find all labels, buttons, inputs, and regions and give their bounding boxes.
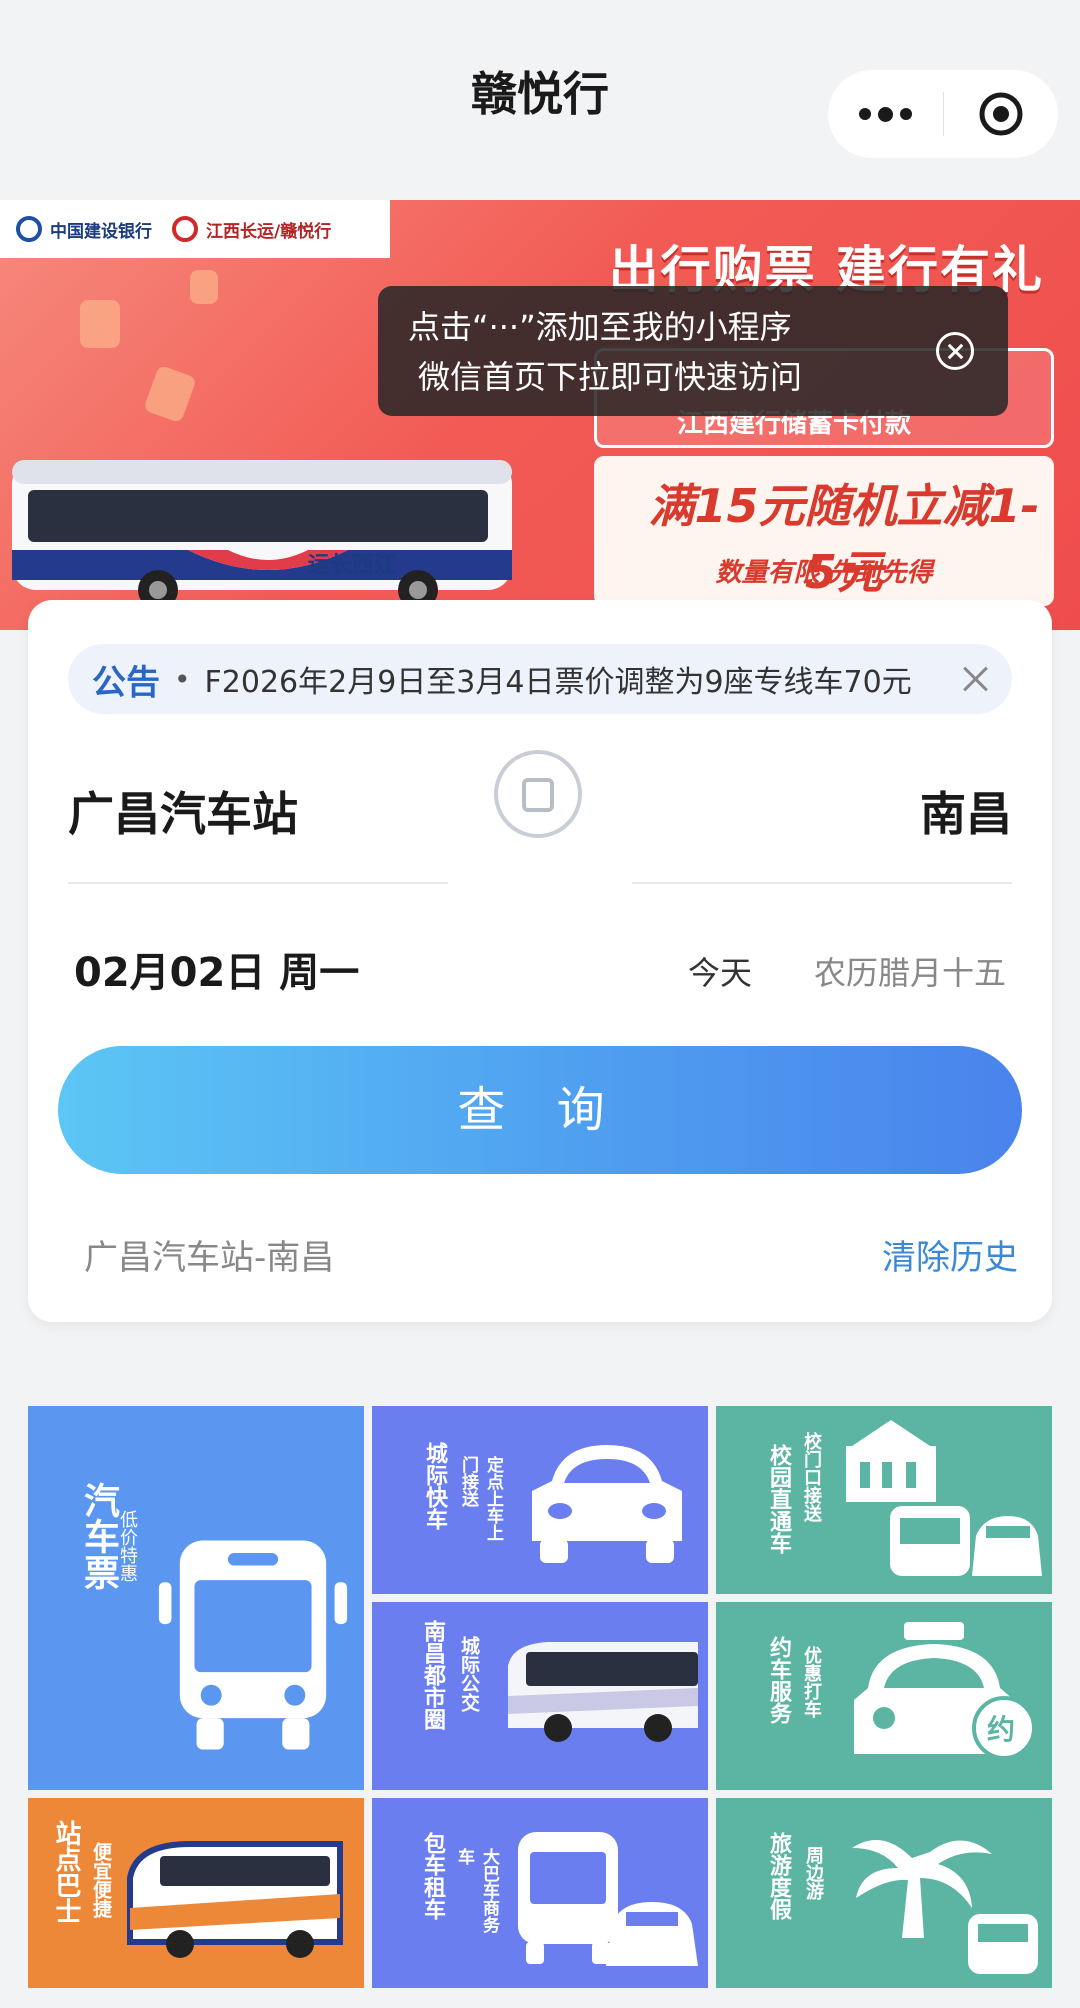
service-subtitle: 大巴车商务车 (454, 1848, 499, 1933)
brand-bar: 中国建设银行 江西长运/赣悦行 (0, 200, 390, 258)
school-bus-icon (846, 1420, 1042, 1576)
lantern-icon (80, 300, 120, 348)
history-item[interactable]: 广昌汽车站-南昌 (84, 1230, 334, 1279)
lantern-icon (190, 270, 218, 304)
service-station-bus[interactable]: 站点巴士 便宜便捷 (28, 1798, 364, 1988)
arrival-underline (632, 882, 1012, 884)
bus-front-icon (158, 1540, 348, 1750)
title-bar: 赣悦行 (0, 0, 1080, 200)
tooltip-line1: 点击“···”添加至我的小程序 (408, 308, 792, 346)
service-subtitle: 城际公交 (458, 1636, 480, 1712)
service-bus-ticket[interactable]: 汽车票 低价特惠 (28, 1406, 364, 1790)
service-nanchang-metro-bus[interactable]: 南昌都市圈 城际公交 (372, 1602, 708, 1790)
bus-livery-text: 运长西江 (308, 553, 396, 578)
announcement-dot: • (174, 662, 191, 696)
service-travel-vacation[interactable]: 旅游度假 周边游 (716, 1798, 1052, 1988)
service-subtitle: 优惠打车 (801, 1646, 822, 1718)
service-campus-shuttle[interactable]: 校园直通车 校门口接送 (716, 1406, 1052, 1594)
palm-tree-icon (852, 1840, 1038, 1974)
departure-underline (68, 882, 448, 884)
car-front-icon (532, 1445, 682, 1563)
taxi-icon: 约 (854, 1622, 1036, 1760)
service-title: 包车租车 (420, 1832, 445, 1920)
lantern-icon (142, 364, 198, 424)
today-label: 今天 (687, 954, 752, 992)
ccb-logo-icon (16, 216, 42, 242)
add-to-my-miniprogram-tooltip: 点击“···”添加至我的小程序 微信首页下拉即可快速访问 (378, 286, 1008, 416)
announcement-close-icon[interactable] (944, 644, 1012, 714)
close-mini-program-button[interactable] (944, 70, 1059, 158)
mini-program-capsule (828, 70, 1058, 158)
clear-history-button[interactable]: 清除历史 (882, 1230, 1018, 1279)
lunar-date: 农历腊月十五 (813, 954, 1006, 992)
service-subtitle: 周边游 (803, 1846, 824, 1900)
announcement-text: F2026年2月9日至3月4日票价调整为9座专线车70元 (204, 665, 912, 700)
bank-logo: 中国建设银行 (16, 216, 152, 242)
charter-bus-icon (518, 1832, 698, 1966)
promo-note: 数量有限 先到先得 (715, 558, 933, 588)
coach-bus-illustration: 运长西江 (12, 460, 512, 610)
service-charter-rental[interactable]: 包车租车 大巴车商务车 (372, 1798, 708, 1988)
taxi-badge-text: 约 (987, 1713, 1015, 1746)
arrival-city[interactable]: 南昌 (920, 778, 1012, 844)
promo-offer-box: 满15元随机立减1-5元 数量有限 先到先得 (594, 456, 1054, 606)
service-title: 南昌都市圈 (420, 1620, 445, 1730)
service-subtitle: 便宜便捷 (90, 1842, 112, 1918)
target-circle-icon (979, 92, 1023, 136)
partner-logo: 江西长运/赣悦行 (172, 216, 331, 242)
tooltip-line2: 微信首页下拉即可快速访问 (418, 358, 803, 396)
partner-logo-icon (172, 216, 198, 242)
travel-date[interactable]: 02月02日 周一 (74, 940, 359, 998)
station-bus-icon (127, 1841, 343, 1958)
service-title: 城际快车 (422, 1442, 447, 1530)
announcement-bar[interactable]: 公告 • F2026年2月9日至3月4日票价调整为9座专线车70元 (68, 644, 1012, 714)
service-title: 校园直通车 (766, 1444, 791, 1554)
service-subtitle: 低价特惠 (117, 1510, 138, 1582)
swap-stations-button[interactable] (494, 750, 582, 838)
more-dots-icon (858, 106, 912, 122)
announcement-tag: 公告 (92, 662, 160, 703)
service-title: 约车服务 (766, 1636, 791, 1724)
departure-station[interactable]: 广昌汽车站 (68, 778, 298, 844)
search-button[interactable]: 查 询 (58, 1046, 1022, 1174)
service-intercity-express[interactable]: 城际快车 定点上车上门接送 (372, 1406, 708, 1594)
more-button[interactable] (828, 70, 943, 158)
swap-bus-icon (522, 778, 554, 812)
service-subtitle: 校门口接送 (801, 1432, 822, 1522)
service-subtitle: 定点上车上门接送 (458, 1456, 503, 1541)
ticket-search-card: 公告 • F2026年2月9日至3月4日票价调整为9座专线车70元 广昌汽车站 … (28, 600, 1052, 1322)
service-title: 旅游度假 (766, 1832, 791, 1920)
tooltip-close-icon[interactable] (936, 332, 974, 370)
service-title: 站点巴士 (51, 1820, 81, 1924)
coach-bus-icon (508, 1642, 698, 1742)
service-ride-hailing[interactable]: 约车服务 优惠打车 约 (716, 1602, 1052, 1790)
